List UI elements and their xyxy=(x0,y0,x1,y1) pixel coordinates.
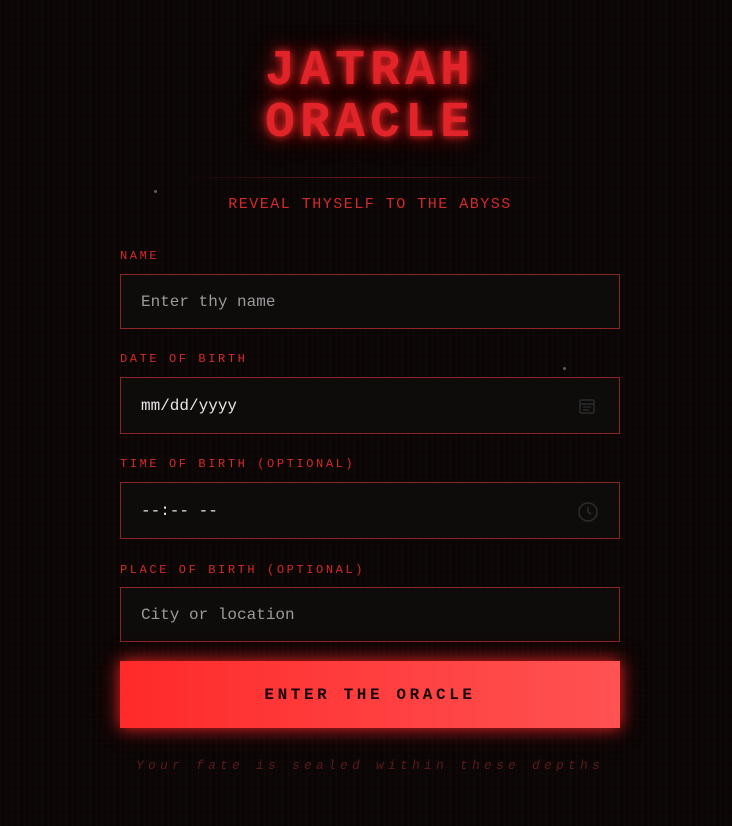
page-title: JATRAH ORACLE xyxy=(120,46,620,150)
tob-input[interactable]: --:-- -- xyxy=(141,483,218,538)
pob-label: PLACE OF BIRTH (OPTIONAL) xyxy=(120,563,366,577)
title-line-2: ORACLE xyxy=(264,95,476,152)
dob-field[interactable]: mm/dd/yyyy xyxy=(120,377,620,434)
pob-field xyxy=(120,587,620,642)
spark-particle xyxy=(154,190,157,193)
name-input[interactable] xyxy=(141,275,561,328)
spark-particle xyxy=(563,367,566,370)
page-subtitle: REVEAL THYSELF TO THE ABYSS xyxy=(228,196,512,213)
dob-label: DATE OF BIRTH xyxy=(120,352,248,366)
title-line-1: JATRAH xyxy=(264,43,476,100)
dob-input[interactable]: mm/dd/yyyy xyxy=(141,378,237,433)
tob-label: TIME OF BIRTH (OPTIONAL) xyxy=(120,457,356,471)
tob-field[interactable]: --:-- -- xyxy=(120,482,620,539)
clock-icon[interactable] xyxy=(577,501,598,522)
name-field xyxy=(120,274,620,329)
title-divider xyxy=(180,177,560,178)
calendar-icon[interactable] xyxy=(577,396,597,416)
enter-oracle-button[interactable]: ENTER THE ORACLE xyxy=(120,661,620,728)
name-label: NAME xyxy=(120,249,160,263)
footer-text: Your fate is sealed within these depths xyxy=(135,758,605,773)
pob-input[interactable] xyxy=(141,588,561,641)
